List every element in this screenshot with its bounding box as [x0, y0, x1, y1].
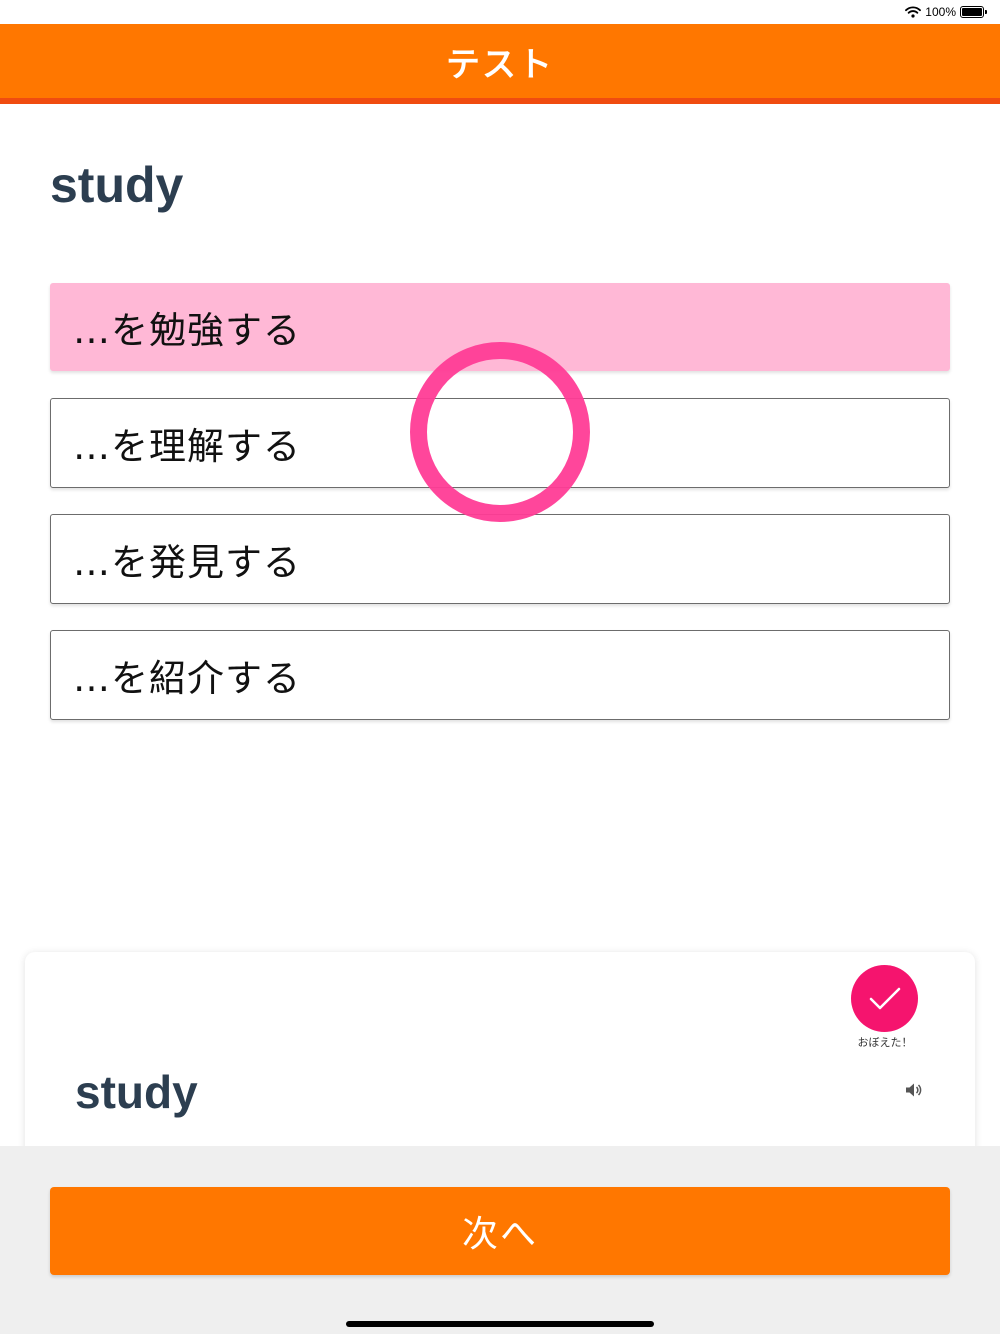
choice-option-4[interactable]: …を紹介する [50, 630, 950, 720]
memorized-button[interactable] [851, 965, 918, 1032]
choice-option-2[interactable]: …を理解する [50, 398, 950, 488]
battery-icon [960, 6, 987, 18]
header-bar: テスト [0, 24, 1000, 104]
wifi-icon [905, 6, 922, 18]
choice-list: …を勉強する …を理解する …を発見する …を紹介する [50, 283, 950, 746]
card-word: study [75, 1066, 198, 1118]
status-bar: 100% [0, 0, 1000, 24]
battery-percentage: 100% [925, 5, 956, 19]
home-indicator [346, 1321, 654, 1327]
choice-option-1[interactable]: …を勉強する [50, 283, 950, 371]
check-icon [869, 987, 900, 1009]
battery-level [962, 8, 982, 16]
choice-label: …を紹介する [73, 657, 301, 700]
memorized-label: おぼえた！ [857, 1036, 913, 1049]
choice-label: …を理解する [73, 425, 301, 468]
status-indicators: 100% [905, 4, 987, 20]
page-title: テスト [446, 44, 554, 85]
speaker-icon[interactable] [905, 1082, 923, 1098]
choice-label: …を勉強する [73, 309, 301, 352]
next-button[interactable]: 次へ [50, 1187, 950, 1275]
next-button-label: 次へ [461, 1214, 538, 1255]
choice-label: …を発見する [73, 541, 301, 584]
choice-option-3[interactable]: …を発見する [50, 514, 950, 604]
question-word: study [50, 157, 184, 213]
footer: 次へ [0, 1146, 1000, 1334]
